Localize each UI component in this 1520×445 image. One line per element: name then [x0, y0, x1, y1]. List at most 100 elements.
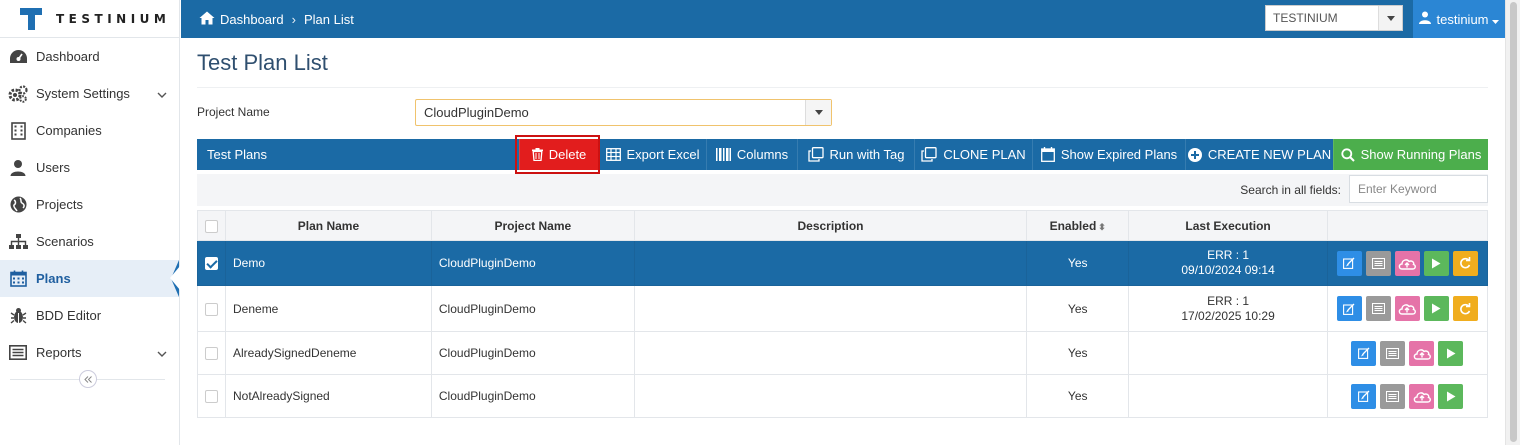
sidebar-item-dashboard[interactable]: Dashboard — [0, 38, 179, 75]
search-input[interactable] — [1349, 175, 1488, 203]
show-running-plans-button[interactable]: Show Running Plans — [1333, 139, 1488, 170]
sidebar-item-plans[interactable]: Plans — [0, 260, 180, 297]
enabled-cell: Yes — [1026, 240, 1130, 286]
sidebar-item-reports[interactable]: Reports — [0, 334, 179, 371]
list-alt-icon — [1386, 347, 1400, 359]
plan-name-cell[interactable]: NotAlreadySigned — [225, 374, 432, 418]
cloud-upload-icon — [1399, 258, 1417, 270]
scrollbar-thumb[interactable] — [1510, 2, 1517, 442]
cogs-icon — [8, 84, 28, 104]
table-row[interactable]: Demo CloudPluginDemo Yes ERR : 1 09/10/2… — [197, 240, 1489, 286]
column-header-plan-name[interactable]: Plan Name — [225, 210, 432, 241]
table-row[interactable]: NotAlreadySigned CloudPluginDemo Yes — [197, 374, 1489, 418]
search-icon — [1341, 147, 1355, 162]
sidebar-item-label: System Settings — [36, 86, 130, 101]
export-excel-button[interactable]: Export Excel — [598, 139, 706, 170]
collapse-sidebar-button[interactable] — [79, 370, 97, 388]
columns-button[interactable]: Columns — [706, 139, 797, 170]
edit-button[interactable] — [1351, 340, 1377, 366]
actions-cell — [1326, 331, 1489, 375]
caret-down-icon[interactable] — [805, 100, 831, 125]
report-button[interactable] — [1380, 340, 1406, 366]
edit-button[interactable] — [1336, 250, 1362, 276]
run-button[interactable] — [1423, 296, 1449, 321]
row-select-cell[interactable] — [197, 374, 226, 418]
page-scrollbar[interactable] — [1505, 0, 1520, 445]
row-select-cell[interactable] — [197, 285, 226, 332]
run-with-tag-button[interactable]: Run with Tag — [797, 139, 914, 170]
table-icon — [605, 148, 621, 161]
breadcrumb-dashboard-link[interactable]: Dashboard — [220, 12, 284, 27]
actions-cell — [1326, 240, 1489, 286]
sidebar-item-users[interactable]: Users — [0, 149, 179, 186]
report-button[interactable] — [1365, 250, 1391, 276]
last-execution-cell — [1128, 331, 1328, 375]
test-plans-table: Plan Name Project Name Description Enabl… — [197, 210, 1489, 418]
run-button[interactable] — [1438, 383, 1464, 409]
home-icon[interactable] — [199, 11, 215, 28]
sidebar-item-companies[interactable]: Companies — [0, 112, 179, 149]
cloud-upload-button[interactable] — [1394, 250, 1420, 276]
edit-icon — [1358, 347, 1370, 359]
show-expired-plans-button[interactable]: Show Expired Plans — [1032, 139, 1185, 170]
run-button[interactable] — [1423, 250, 1449, 276]
sidebar-item-system-settings[interactable]: System Settings — [0, 75, 179, 112]
project-name-cell: CloudPluginDemo — [430, 240, 635, 286]
play-icon — [1446, 348, 1456, 358]
report-button[interactable] — [1380, 383, 1406, 409]
plan-name-cell[interactable]: AlreadySignedDeneme — [225, 331, 432, 375]
sidebar-item-projects[interactable]: Projects — [0, 186, 179, 223]
logo[interactable]: TESTINIUM — [0, 0, 179, 38]
sidebar-item-label: Scenarios — [36, 234, 94, 249]
user-menu-button[interactable]: testinium — [1413, 0, 1505, 38]
last-execution-cell: ERR : 1 09/10/2024 09:14 — [1128, 240, 1328, 286]
toolbar-title: Test Plans — [207, 147, 267, 162]
edit-button[interactable] — [1351, 383, 1377, 409]
double-chevron-left-icon — [84, 375, 92, 383]
run-button[interactable] — [1438, 340, 1464, 366]
row-select-cell[interactable] — [197, 331, 226, 375]
report-button[interactable] — [1365, 296, 1391, 321]
enabled-cell: Yes — [1026, 374, 1130, 418]
table-row[interactable]: Deneme CloudPluginDemo Yes ERR : 1 17/02… — [197, 285, 1489, 332]
sidebar-item-scenarios[interactable]: Scenarios — [0, 223, 179, 260]
plan-name-cell[interactable]: Demo — [225, 240, 432, 286]
page-title: Test Plan List — [197, 50, 328, 75]
edit-button[interactable] — [1336, 296, 1362, 321]
project-name-select[interactable]: CloudPluginDemo — [415, 99, 832, 126]
row-checkbox[interactable] — [205, 257, 218, 271]
rerun-button[interactable] — [1452, 296, 1478, 321]
calendar-icon — [1040, 147, 1055, 162]
table-row[interactable]: AlreadySignedDeneme CloudPluginDemo Yes — [197, 331, 1489, 375]
clone-plan-button[interactable]: CLONE PLAN — [914, 139, 1032, 170]
column-header-description[interactable]: Description — [633, 210, 1028, 241]
caret-down-icon[interactable] — [1378, 6, 1402, 30]
select-all-checkbox[interactable] — [205, 219, 218, 233]
cloud-upload-button[interactable] — [1409, 383, 1435, 409]
column-header-actions — [1326, 210, 1489, 241]
column-header-project-name[interactable]: Project Name — [430, 210, 635, 241]
cloud-upload-icon — [1399, 304, 1417, 315]
row-checkbox[interactable] — [205, 347, 218, 361]
test-plans-toolbar: Test Plans Delete Export Excel Columns R… — [197, 139, 1488, 170]
delete-button[interactable]: Delete — [519, 139, 598, 170]
plan-name-cell[interactable]: Deneme — [225, 285, 432, 332]
company-select[interactable]: TESTINIUM — [1265, 5, 1403, 31]
clone-plan-label: CLONE PLAN — [943, 147, 1026, 162]
globe-icon — [8, 195, 28, 215]
row-checkbox[interactable] — [205, 302, 218, 316]
calendar-icon — [8, 269, 28, 289]
sidebar-item-bdd-editor[interactable]: BDD Editor — [0, 297, 179, 334]
select-all-header[interactable] — [197, 210, 226, 241]
cloud-upload-button[interactable] — [1394, 296, 1420, 321]
rerun-button[interactable] — [1452, 250, 1478, 276]
columns-icon — [715, 148, 731, 161]
row-checkbox[interactable] — [205, 390, 218, 404]
column-header-enabled[interactable]: Enabled ⬍ — [1026, 210, 1130, 241]
column-header-last-execution[interactable]: Last Execution — [1128, 210, 1328, 241]
sort-icon[interactable]: ⬍ — [1098, 222, 1106, 232]
building-icon — [8, 121, 28, 141]
row-select-cell[interactable] — [197, 240, 226, 286]
cloud-upload-button[interactable] — [1409, 340, 1435, 366]
create-new-plan-button[interactable]: CREATE NEW PLAN — [1185, 139, 1333, 170]
